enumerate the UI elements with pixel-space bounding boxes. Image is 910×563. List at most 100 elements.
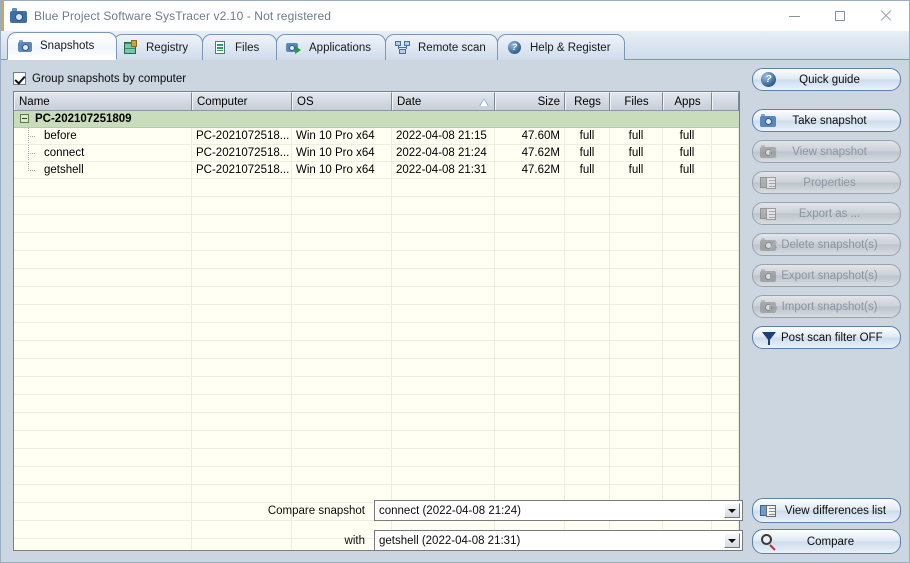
- table-row[interactable]: before PC-2021072518... Win 10 Pro x64 2…: [14, 128, 739, 145]
- window-title: Blue Project Software SysTracer v2.10 - …: [34, 9, 332, 23]
- tab-remote-scan[interactable]: Remote scan: [385, 34, 498, 60]
- post-scan-filter-button[interactable]: Post scan filter OFF: [752, 326, 901, 349]
- take-snapshot-label: Take snapshot: [792, 114, 867, 127]
- column-header-date-label: Date: [397, 96, 422, 108]
- file-icon: [212, 40, 228, 55]
- group-row-label: PC-202107251809: [35, 113, 132, 125]
- list-empty-row: [14, 413, 739, 431]
- list-empty-row: [14, 359, 739, 377]
- compare-with-value: getshell (2022-04-08 21:31): [379, 534, 521, 547]
- take-snapshot-button[interactable]: Take snapshot: [752, 109, 901, 132]
- help-icon: ?: [759, 71, 779, 88]
- import-snapshots-label: Import snapshot(s): [781, 300, 878, 313]
- row-name: getshell: [44, 164, 84, 176]
- group-collapse-icon[interactable]: [20, 114, 29, 124]
- column-header-spacer[interactable]: [712, 92, 739, 110]
- camera-import-icon: [759, 298, 779, 315]
- column-header-apps[interactable]: Apps: [663, 92, 712, 110]
- camera-icon: [759, 112, 779, 129]
- snapshots-list-body: PC-202107251809 before PC-2021072518... …: [14, 111, 739, 550]
- row-regs: full: [565, 145, 610, 161]
- group-snapshots-checkbox[interactable]: [13, 72, 26, 85]
- row-os: Win 10 Pro x64: [292, 128, 392, 144]
- side-button-column: ? Quick guide Take snapshot View snapsho…: [752, 68, 901, 357]
- export-as-button[interactable]: Export as ...: [752, 202, 901, 225]
- compare-button-label: Compare: [806, 535, 855, 548]
- row-date: 2022-04-08 21:24: [392, 145, 495, 161]
- sort-ascending-icon: [479, 98, 489, 106]
- export-snapshots-label: Export snapshot(s): [781, 269, 878, 282]
- list-empty-row: [14, 215, 739, 233]
- export-snapshots-button[interactable]: Export snapshot(s): [752, 264, 901, 287]
- row-files: full: [610, 162, 663, 178]
- list-empty-area: [14, 179, 739, 550]
- maximize-button[interactable]: [817, 1, 863, 31]
- list-empty-row: [14, 341, 739, 359]
- tab-strip: Snapshots Registry Files Applications Re…: [1, 31, 909, 60]
- list-empty-row: [14, 377, 739, 395]
- group-row-pc[interactable]: PC-202107251809: [14, 111, 739, 128]
- tab-files[interactable]: Files: [202, 34, 277, 60]
- compare-button-column: View differences list Compare: [752, 498, 901, 560]
- tab-applications-label: Applications: [309, 41, 372, 54]
- close-button[interactable]: [863, 1, 909, 31]
- row-regs: full: [565, 128, 610, 144]
- tab-registry[interactable]: Registry: [113, 34, 203, 60]
- quick-guide-label: Quick guide: [799, 73, 860, 86]
- properties-label: Properties: [803, 176, 856, 189]
- delete-snapshots-button[interactable]: Delete snapshot(s): [752, 233, 901, 256]
- compare-with-select[interactable]: getshell (2022-04-08 21:31): [374, 530, 743, 551]
- column-header-name[interactable]: Name: [14, 92, 192, 110]
- compare-with-label: with: [344, 534, 365, 547]
- row-computer: PC-2021072518...: [192, 162, 292, 178]
- registry-icon: [123, 40, 139, 55]
- camera-refresh-icon: [759, 143, 779, 160]
- compare-button[interactable]: Compare: [752, 529, 901, 554]
- import-snapshots-button[interactable]: Import snapshot(s): [752, 295, 901, 318]
- row-os: Win 10 Pro x64: [292, 145, 392, 161]
- column-header-computer[interactable]: Computer: [192, 92, 292, 110]
- row-apps: full: [663, 145, 712, 161]
- tab-snapshots[interactable]: Snapshots: [7, 32, 117, 60]
- export-as-icon: [759, 205, 779, 222]
- maximize-icon: [835, 11, 845, 21]
- column-header-regs[interactable]: Regs: [565, 92, 610, 110]
- list-empty-row: [14, 323, 739, 341]
- quick-guide-button[interactable]: ? Quick guide: [752, 68, 901, 91]
- view-snapshot-button[interactable]: View snapshot: [752, 140, 901, 163]
- app-camera-icon: [10, 7, 27, 25]
- compare-snapshot-dropdown-button[interactable]: [724, 503, 740, 518]
- chevron-down-icon: [728, 508, 736, 513]
- table-row[interactable]: connect PC-2021072518... Win 10 Pro x64 …: [14, 145, 739, 162]
- snapshots-list[interactable]: Name Computer OS Date Size Regs Files Ap…: [13, 91, 740, 551]
- delete-snapshots-label: Delete snapshot(s): [781, 238, 878, 251]
- view-differences-list-button[interactable]: View differences list: [752, 498, 901, 523]
- table-row[interactable]: getshell PC-2021072518... Win 10 Pro x64…: [14, 162, 739, 179]
- properties-button[interactable]: Properties: [752, 171, 901, 194]
- row-size: 47.60M: [495, 128, 565, 144]
- tab-help-register[interactable]: ? Help & Register: [497, 34, 625, 60]
- magnifier-icon: [759, 533, 779, 551]
- tab-help-register-label: Help & Register: [530, 41, 611, 54]
- column-header-files[interactable]: Files: [610, 92, 663, 110]
- compare-with-dropdown-button[interactable]: [724, 533, 740, 548]
- list-empty-row: [14, 449, 739, 467]
- tab-snapshots-label: Snapshots: [40, 40, 95, 52]
- compare-snapshot-select[interactable]: connect (2022-04-08 21:24): [374, 500, 743, 521]
- list-empty-row: [14, 431, 739, 449]
- row-date: 2022-04-08 21:31: [392, 162, 495, 178]
- group-snapshots-label: Group snapshots by computer: [32, 72, 187, 85]
- group-snapshots-checkbox-row[interactable]: Group snapshots by computer: [13, 72, 186, 85]
- column-header-os[interactable]: OS: [292, 92, 392, 110]
- list-empty-row: [14, 287, 739, 305]
- minimize-button[interactable]: [771, 1, 817, 31]
- row-computer: PC-2021072518...: [192, 145, 292, 161]
- list-empty-row: [14, 305, 739, 323]
- camera-delete-icon: [759, 236, 779, 253]
- column-header-date[interactable]: Date: [392, 92, 495, 110]
- column-header-size[interactable]: Size: [495, 92, 565, 110]
- tab-applications[interactable]: Applications: [276, 34, 386, 60]
- help-icon: ?: [507, 40, 523, 55]
- row-files: full: [610, 128, 663, 144]
- row-size: 47.62M: [495, 145, 565, 161]
